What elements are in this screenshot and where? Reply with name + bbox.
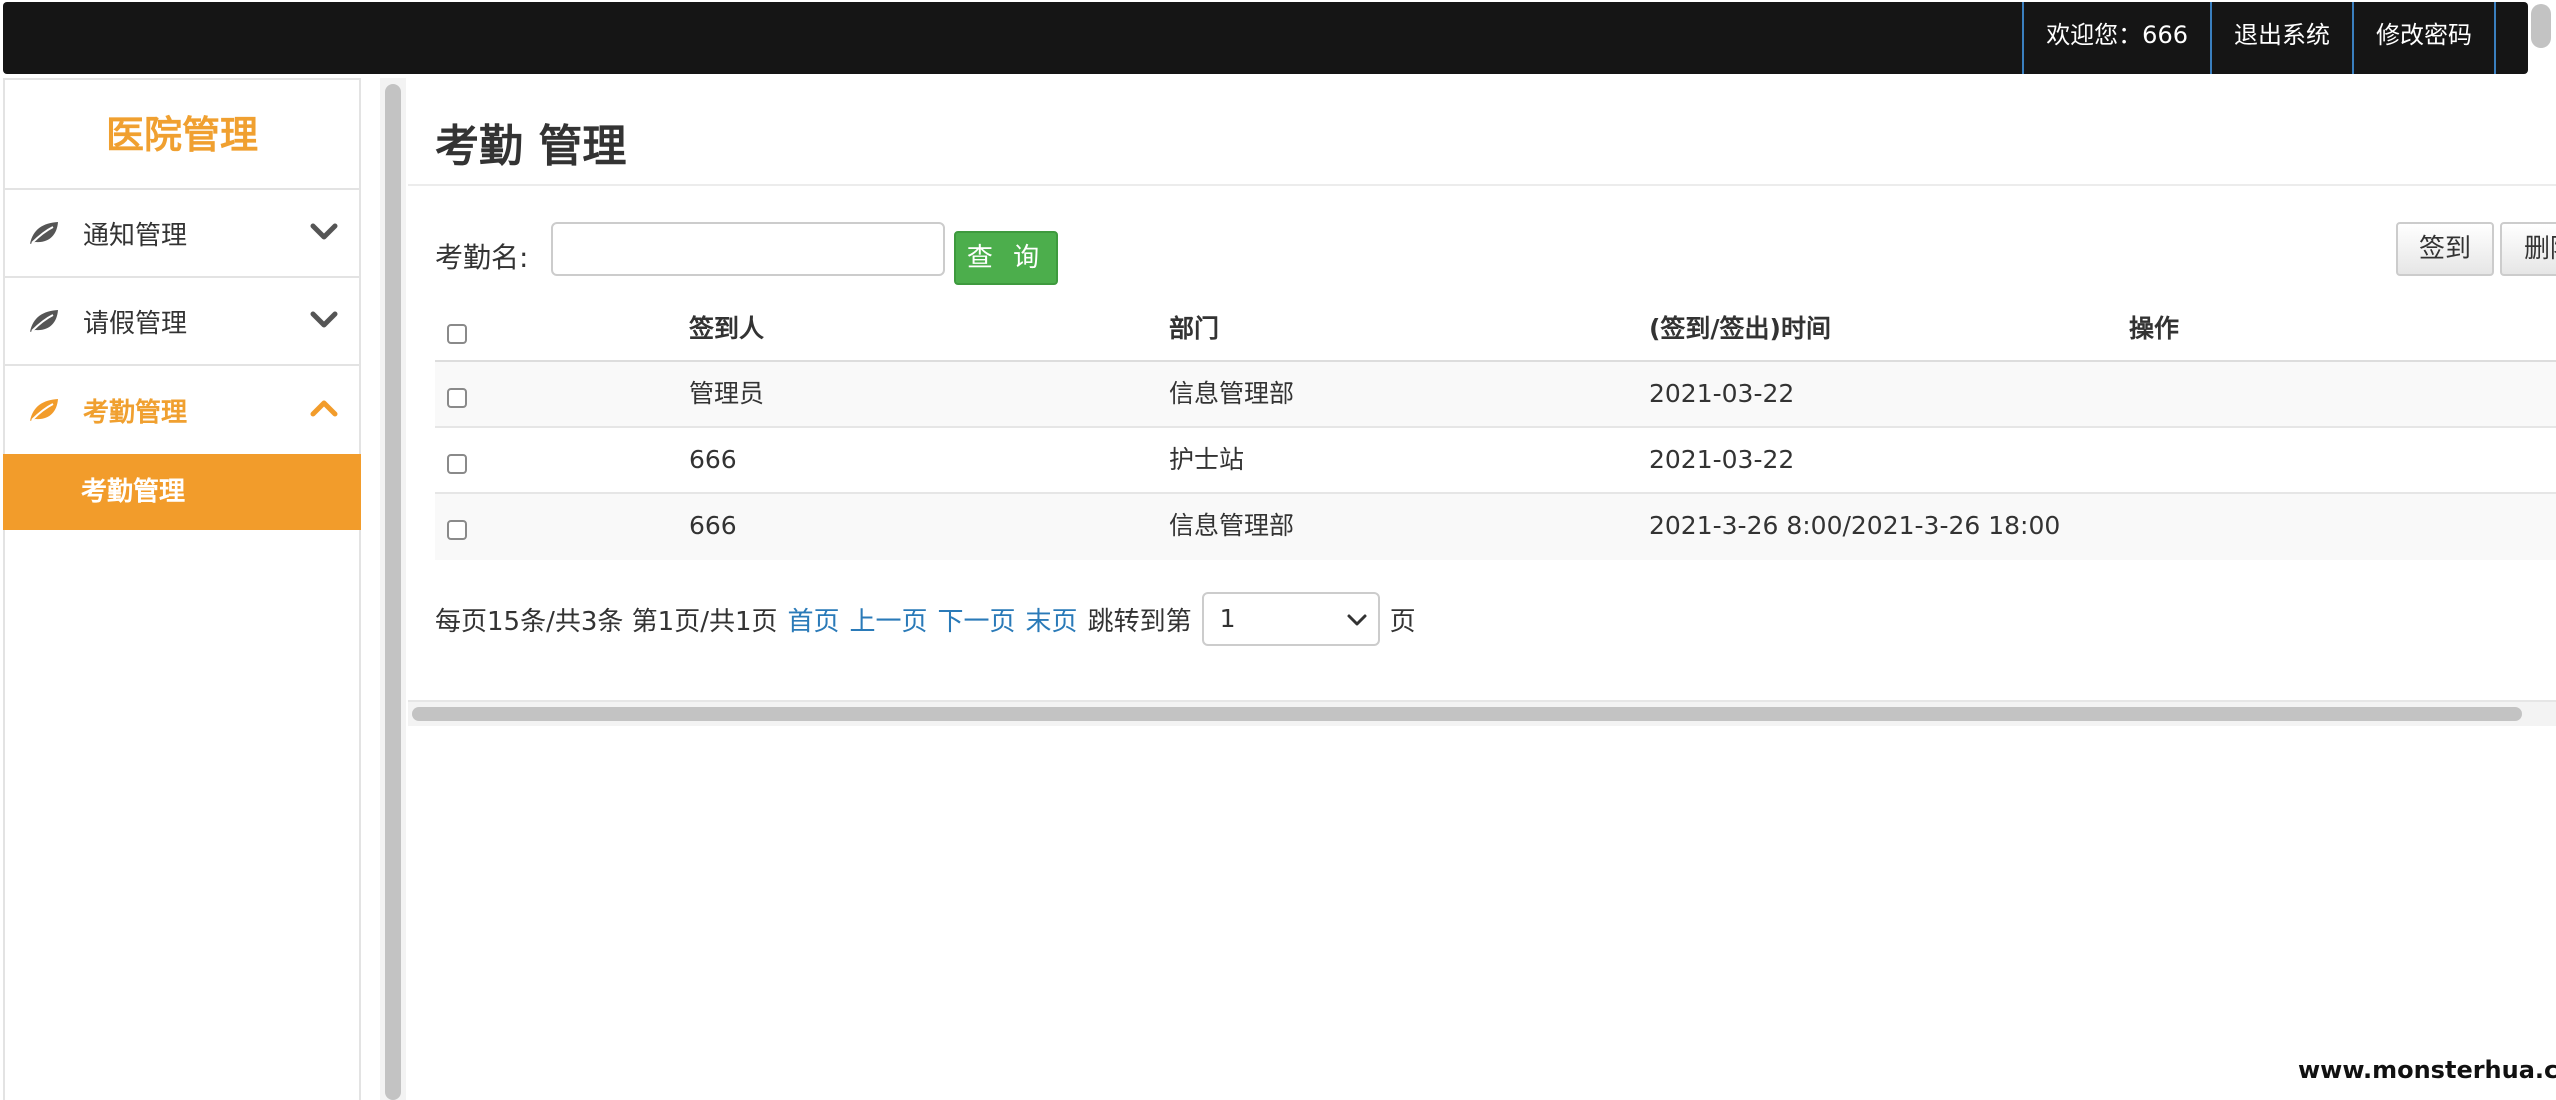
next-page-link[interactable]: 下一页 (938, 601, 1016, 638)
chevron-down-icon (1347, 614, 1367, 626)
row-checkbox[interactable] (447, 520, 467, 540)
row-checkbox[interactable] (447, 454, 467, 474)
change-password-link[interactable]: 修改密码 (2352, 2, 2496, 74)
chevron-up-icon[interactable] (309, 396, 339, 420)
cell-department: 护士站 (1169, 445, 1245, 474)
page-title: 考勤 管理 (435, 121, 627, 172)
table-row: 666 护士站 2021-03-22 (435, 428, 2556, 494)
search-label: 考勤名: (435, 241, 529, 274)
table-header-row: 签到人 部门 (签到/签出)时间 操作 (435, 296, 2556, 362)
jump-to-label: 跳转到第 (1087, 606, 1192, 637)
table-row: 666 信息管理部 2021-3-26 8:00/2021-3-26 18:00 (435, 494, 2556, 560)
watermark-text: www.monsterhua.com (2298, 1056, 2556, 1084)
top-navbar: 欢迎您：666 退出系统 修改密码 (3, 2, 2528, 74)
title-divider (408, 184, 2556, 186)
cell-department: 信息管理部 (1169, 379, 1295, 408)
attendance-table: 签到人 部门 (签到/签出)时间 操作 管理员 信息管理部 2021-03-22… (435, 296, 2556, 560)
sidebar-item-notice[interactable]: 通知管理 (5, 190, 359, 278)
sidebar-item-label: 考勤管理 (83, 397, 188, 428)
cell-time: 2021-03-22 (1649, 379, 1795, 408)
column-header-action: 操作 (2129, 314, 2180, 343)
horizontal-scrollbar-thumb[interactable] (412, 707, 2522, 721)
sidebar: 医院管理 通知管理 请假管理 考勤管理 考勤管理 (3, 78, 361, 1100)
prev-page-link[interactable]: 上一页 (850, 601, 928, 638)
row-checkbox[interactable] (447, 388, 467, 408)
brand-title: 医院管理 (5, 80, 359, 190)
cell-person: 666 (689, 511, 737, 540)
delete-button[interactable]: 删除 (2500, 222, 2556, 276)
chevron-down-icon[interactable] (309, 308, 339, 332)
search-input[interactable] (551, 222, 945, 276)
welcome-user-link[interactable]: 欢迎您：666 (2022, 2, 2210, 74)
leaf-icon (30, 399, 58, 421)
column-header-time: (签到/签出)时间 (1649, 314, 1831, 343)
query-button[interactable]: 查 询 (954, 231, 1058, 285)
sidebar-item-label: 通知管理 (83, 220, 188, 251)
pagination: 每页15条/共3条 第1页/共1页 首页 上一页 下一页 末页 跳转到第 1 页 (435, 592, 1416, 646)
cell-person: 666 (689, 445, 737, 474)
column-header-person: 签到人 (689, 314, 765, 343)
leaf-icon (30, 222, 58, 244)
sidebar-item-label: 请假管理 (83, 308, 188, 339)
page-suffix-label: 页 (1389, 606, 1416, 637)
cell-department: 信息管理部 (1169, 511, 1295, 540)
vertical-scrollbar-thumb[interactable] (385, 84, 401, 1100)
table-row: 管理员 信息管理部 2021-03-22 (435, 362, 2556, 428)
sidebar-item-leave[interactable]: 请假管理 (5, 278, 359, 366)
logout-link[interactable]: 退出系统 (2210, 2, 2352, 74)
first-page-link[interactable]: 首页 (788, 601, 840, 638)
page-select[interactable]: 1 (1201, 592, 1380, 646)
last-page-link[interactable]: 末页 (1026, 601, 1078, 638)
top-scrollbar-thumb[interactable] (2531, 4, 2551, 48)
cell-person: 管理员 (689, 379, 765, 408)
pagination-summary: 每页15条/共3条 第1页/共1页 (435, 606, 778, 637)
sidebar-item-attendance[interactable]: 考勤管理 (5, 366, 359, 454)
top-links: 欢迎您：666 退出系统 修改密码 (2022, 2, 2496, 74)
leaf-icon (30, 310, 58, 332)
cell-time: 2021-03-22 (1649, 445, 1795, 474)
select-all-checkbox[interactable] (447, 324, 467, 344)
chevron-down-icon[interactable] (309, 220, 339, 244)
submenu-item-attendance[interactable]: 考勤管理 (3, 454, 361, 530)
column-header-department: 部门 (1169, 314, 1220, 343)
main-content: 考勤 管理 考勤名: 查 询 签到 删除 签到人 部门 (签到/签出)时间 操作… (408, 76, 2556, 1100)
cell-time: 2021-3-26 8:00/2021-3-26 18:00 (1649, 511, 2061, 540)
page-select-value: 1 (1219, 604, 1236, 633)
sign-in-button[interactable]: 签到 (2396, 222, 2494, 276)
